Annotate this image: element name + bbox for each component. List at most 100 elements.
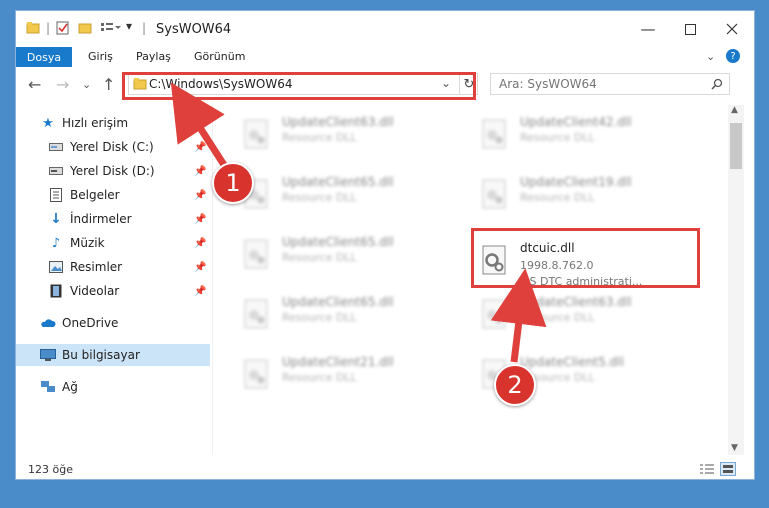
- sidebar-item-label: Resimler: [70, 260, 123, 274]
- sidebar-item-documents[interactable]: Belgeler 📌: [16, 184, 210, 206]
- minimize-icon: —: [640, 20, 656, 38]
- step-badge-2: 2: [494, 364, 536, 406]
- up-button[interactable]: ↑: [102, 75, 115, 94]
- file-type: Resource DLL: [282, 191, 357, 204]
- file-item[interactable]: UpdateClient19.dll Resource DLL: [464, 171, 684, 217]
- search-input[interactable]: [497, 76, 701, 92]
- file-item[interactable]: UpdateClient42.dll Resource DLL: [464, 111, 684, 157]
- sidebar-item-music[interactable]: ♪ Müzik 📌: [16, 232, 210, 254]
- sidebar-item-label: Videolar: [70, 284, 120, 298]
- sidebar-item-quick-access[interactable]: ★ Hızlı erişim: [16, 112, 210, 134]
- drive-icon: [48, 164, 64, 178]
- tab-file[interactable]: Dosya: [16, 47, 72, 67]
- pin-icon[interactable]: 📌: [194, 286, 206, 297]
- navigation-pane: ★ Hızlı erişim Yerel Disk (C:) 📌 Yerel D…: [16, 108, 212, 448]
- sidebar-item-this-pc[interactable]: Bu bilgisayar: [16, 344, 210, 366]
- sidebar-item-network[interactable]: Ağ: [16, 376, 210, 398]
- folder-icon: [26, 21, 40, 38]
- pane-divider: [212, 103, 213, 455]
- maximize-button[interactable]: [668, 15, 712, 43]
- file-name: UpdateClient65.dll: [282, 175, 394, 189]
- tab-view[interactable]: Görünüm: [194, 50, 245, 63]
- star-icon: ★: [42, 115, 54, 131]
- file-type: Resource DLL: [282, 131, 357, 144]
- file-name: UpdateClient65.dll: [282, 295, 394, 309]
- details-view-icon[interactable]: [700, 463, 714, 478]
- file-type: Resource DLL: [520, 131, 595, 144]
- file-item[interactable]: UpdateClient63.dll Resource DLL: [464, 291, 684, 337]
- sidebar-item-videos[interactable]: Videolar 📌: [16, 280, 210, 302]
- sidebar-item-label: İndirmeler: [70, 212, 132, 226]
- download-icon: ↓: [50, 211, 62, 227]
- file-type: Resource DLL: [282, 251, 357, 264]
- scroll-down-icon[interactable]: ▼: [731, 443, 738, 453]
- maximize-icon: [684, 23, 696, 35]
- file-item[interactable]: UpdateClient65.dll Resource DLL: [226, 231, 446, 277]
- file-name: UpdateClient21.dll: [282, 355, 394, 369]
- pin-icon[interactable]: 📌: [194, 214, 206, 225]
- tiles-view-icon[interactable]: [720, 462, 736, 476]
- sidebar-item-label: Müzik: [70, 236, 105, 250]
- file-highlight: [471, 228, 700, 288]
- search-icon: [711, 78, 723, 90]
- forward-button[interactable]: →: [56, 75, 69, 94]
- sidebar-item-local-disk-c[interactable]: Yerel Disk (C:) 📌: [16, 136, 210, 158]
- file-name: UpdateClient65.dll: [282, 235, 394, 249]
- file-item[interactable]: UpdateClient65.dll Resource DLL: [226, 291, 446, 337]
- computer-icon: [40, 348, 56, 362]
- sidebar-item-pictures[interactable]: Resimler 📌: [16, 256, 210, 278]
- scroll-up-icon[interactable]: ▲: [731, 105, 738, 115]
- file-type: Resource DLL: [520, 311, 595, 324]
- dll-file-icon: [244, 239, 268, 269]
- file-name: UpdateClient19.dll: [520, 175, 632, 189]
- documents-icon: [48, 188, 64, 202]
- recent-locations-button[interactable]: ⌄: [82, 78, 91, 91]
- file-name: UpdateClient63.dll: [282, 115, 394, 129]
- file-type: Resource DLL: [520, 191, 595, 204]
- toolbar-separator: |: [142, 21, 147, 35]
- expand-ribbon-icon[interactable]: ⌄: [706, 50, 715, 63]
- close-button[interactable]: [710, 15, 754, 43]
- sidebar-item-onedrive[interactable]: OneDrive: [16, 312, 210, 334]
- dll-file-icon: [482, 179, 506, 209]
- videos-icon: [48, 284, 64, 298]
- status-bar: 123 öğe: [16, 459, 754, 479]
- file-item[interactable]: UpdateClient63.dll Resource DLL: [226, 111, 446, 157]
- file-item[interactable]: UpdateClient65.dll Resource DLL: [226, 171, 446, 217]
- help-icon[interactable]: ?: [726, 49, 740, 63]
- tab-share[interactable]: Paylaş: [136, 50, 171, 63]
- customize-toolbar-icon[interactable]: [100, 21, 122, 38]
- pin-icon[interactable]: 📌: [194, 238, 206, 249]
- step-badge-1: 1: [212, 162, 254, 204]
- dll-file-icon: [482, 299, 506, 329]
- quick-access-dropdown-icon[interactable]: ▾: [126, 19, 132, 33]
- vertical-scrollbar[interactable]: ▲ ▼: [728, 105, 744, 455]
- toolbar-separator: |: [46, 21, 51, 35]
- file-name: UpdateClient5.dll: [520, 355, 624, 369]
- title-bar: | ▾ | SysWOW64 —: [16, 11, 754, 47]
- pin-icon[interactable]: 📌: [194, 166, 206, 177]
- sidebar-item-downloads[interactable]: ↓ İndirmeler 📌: [16, 208, 210, 230]
- new-folder-icon[interactable]: [78, 21, 92, 38]
- minimize-button[interactable]: —: [626, 15, 670, 43]
- pin-icon[interactable]: 📌: [194, 190, 206, 201]
- sidebar-item-label: Ağ: [62, 380, 78, 394]
- dll-file-icon: [244, 299, 268, 329]
- forward-arrow-icon: →: [56, 75, 70, 94]
- properties-icon[interactable]: [56, 21, 70, 38]
- pin-icon[interactable]: 📌: [194, 262, 206, 273]
- file-name: UpdateClient63.dll: [520, 295, 632, 309]
- tab-home[interactable]: Giriş: [88, 50, 113, 63]
- back-button[interactable]: ←: [28, 75, 41, 94]
- address-bar-highlight: [122, 72, 476, 100]
- close-icon: [726, 23, 738, 35]
- pin-icon[interactable]: 📌: [194, 142, 206, 153]
- sidebar-item-label: OneDrive: [62, 316, 119, 330]
- sidebar-item-local-disk-d[interactable]: Yerel Disk (D:) 📌: [16, 160, 210, 182]
- file-item[interactable]: UpdateClient21.dll Resource DLL: [226, 351, 446, 397]
- network-icon: [40, 380, 56, 394]
- search-box[interactable]: [490, 73, 730, 95]
- file-type: Resource DLL: [282, 311, 357, 324]
- dll-file-icon: [482, 119, 506, 149]
- scrollbar-thumb[interactable]: [730, 123, 742, 169]
